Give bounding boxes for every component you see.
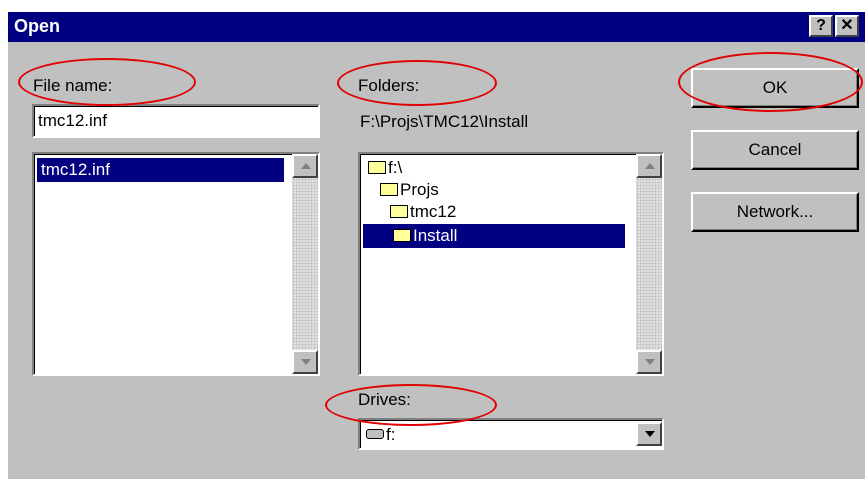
- folder-item-f[interactable]: f:\: [368, 158, 402, 178]
- cancel-button[interactable]: Cancel: [691, 130, 859, 170]
- close-button[interactable]: ✕: [835, 15, 859, 37]
- chevron-down-icon: [645, 431, 655, 437]
- drives-dropdown-button[interactable]: [636, 422, 662, 446]
- up-arrow-icon: [645, 163, 655, 169]
- folder-item-tmc12[interactable]: tmc12: [390, 202, 456, 222]
- file-list-scrollbar[interactable]: [292, 154, 318, 374]
- file-list-item[interactable]: tmc12.inf: [37, 158, 284, 182]
- open-folder-icon: [380, 183, 398, 196]
- folder-item-projs[interactable]: Projs: [380, 180, 439, 200]
- window-title: Open: [14, 16, 61, 36]
- open-dialog: Open ? ✕ File name: tmc12.inf tmc12.inf …: [8, 12, 865, 479]
- network-button[interactable]: Network...: [691, 192, 859, 232]
- open-folder-icon: [390, 205, 408, 218]
- ok-button[interactable]: OK: [691, 68, 859, 108]
- folders-label: Folders:: [358, 76, 420, 95]
- drive-icon: [366, 429, 384, 439]
- file-name-label: File name:: [33, 76, 113, 95]
- folder-tree-scrollbar[interactable]: [636, 154, 662, 374]
- scroll-up-button[interactable]: [292, 154, 318, 178]
- folder-item-install[interactable]: Install: [363, 224, 625, 248]
- current-path: F:\Projs\TMC12\Install: [360, 112, 529, 131]
- folder-tree[interactable]: f:\ Projs tmc12 Install: [358, 152, 664, 376]
- drives-select[interactable]: f:: [358, 418, 664, 450]
- scroll-down-button[interactable]: [636, 350, 662, 374]
- scroll-down-button[interactable]: [292, 350, 318, 374]
- open-folder-icon: [368, 161, 386, 174]
- scroll-up-button[interactable]: [636, 154, 662, 178]
- title-bar: Open ? ✕: [8, 12, 865, 42]
- file-list[interactable]: tmc12.inf: [32, 152, 320, 376]
- drives-selected: f:: [366, 425, 395, 445]
- open-folder-icon: [393, 229, 411, 242]
- down-arrow-icon: [301, 359, 311, 365]
- up-arrow-icon: [301, 163, 311, 169]
- file-name-input[interactable]: tmc12.inf: [32, 104, 320, 138]
- help-button[interactable]: ?: [809, 15, 833, 37]
- drives-label: Drives:: [358, 390, 411, 409]
- down-arrow-icon: [645, 359, 655, 365]
- file-name-value: tmc12.inf: [38, 111, 107, 130]
